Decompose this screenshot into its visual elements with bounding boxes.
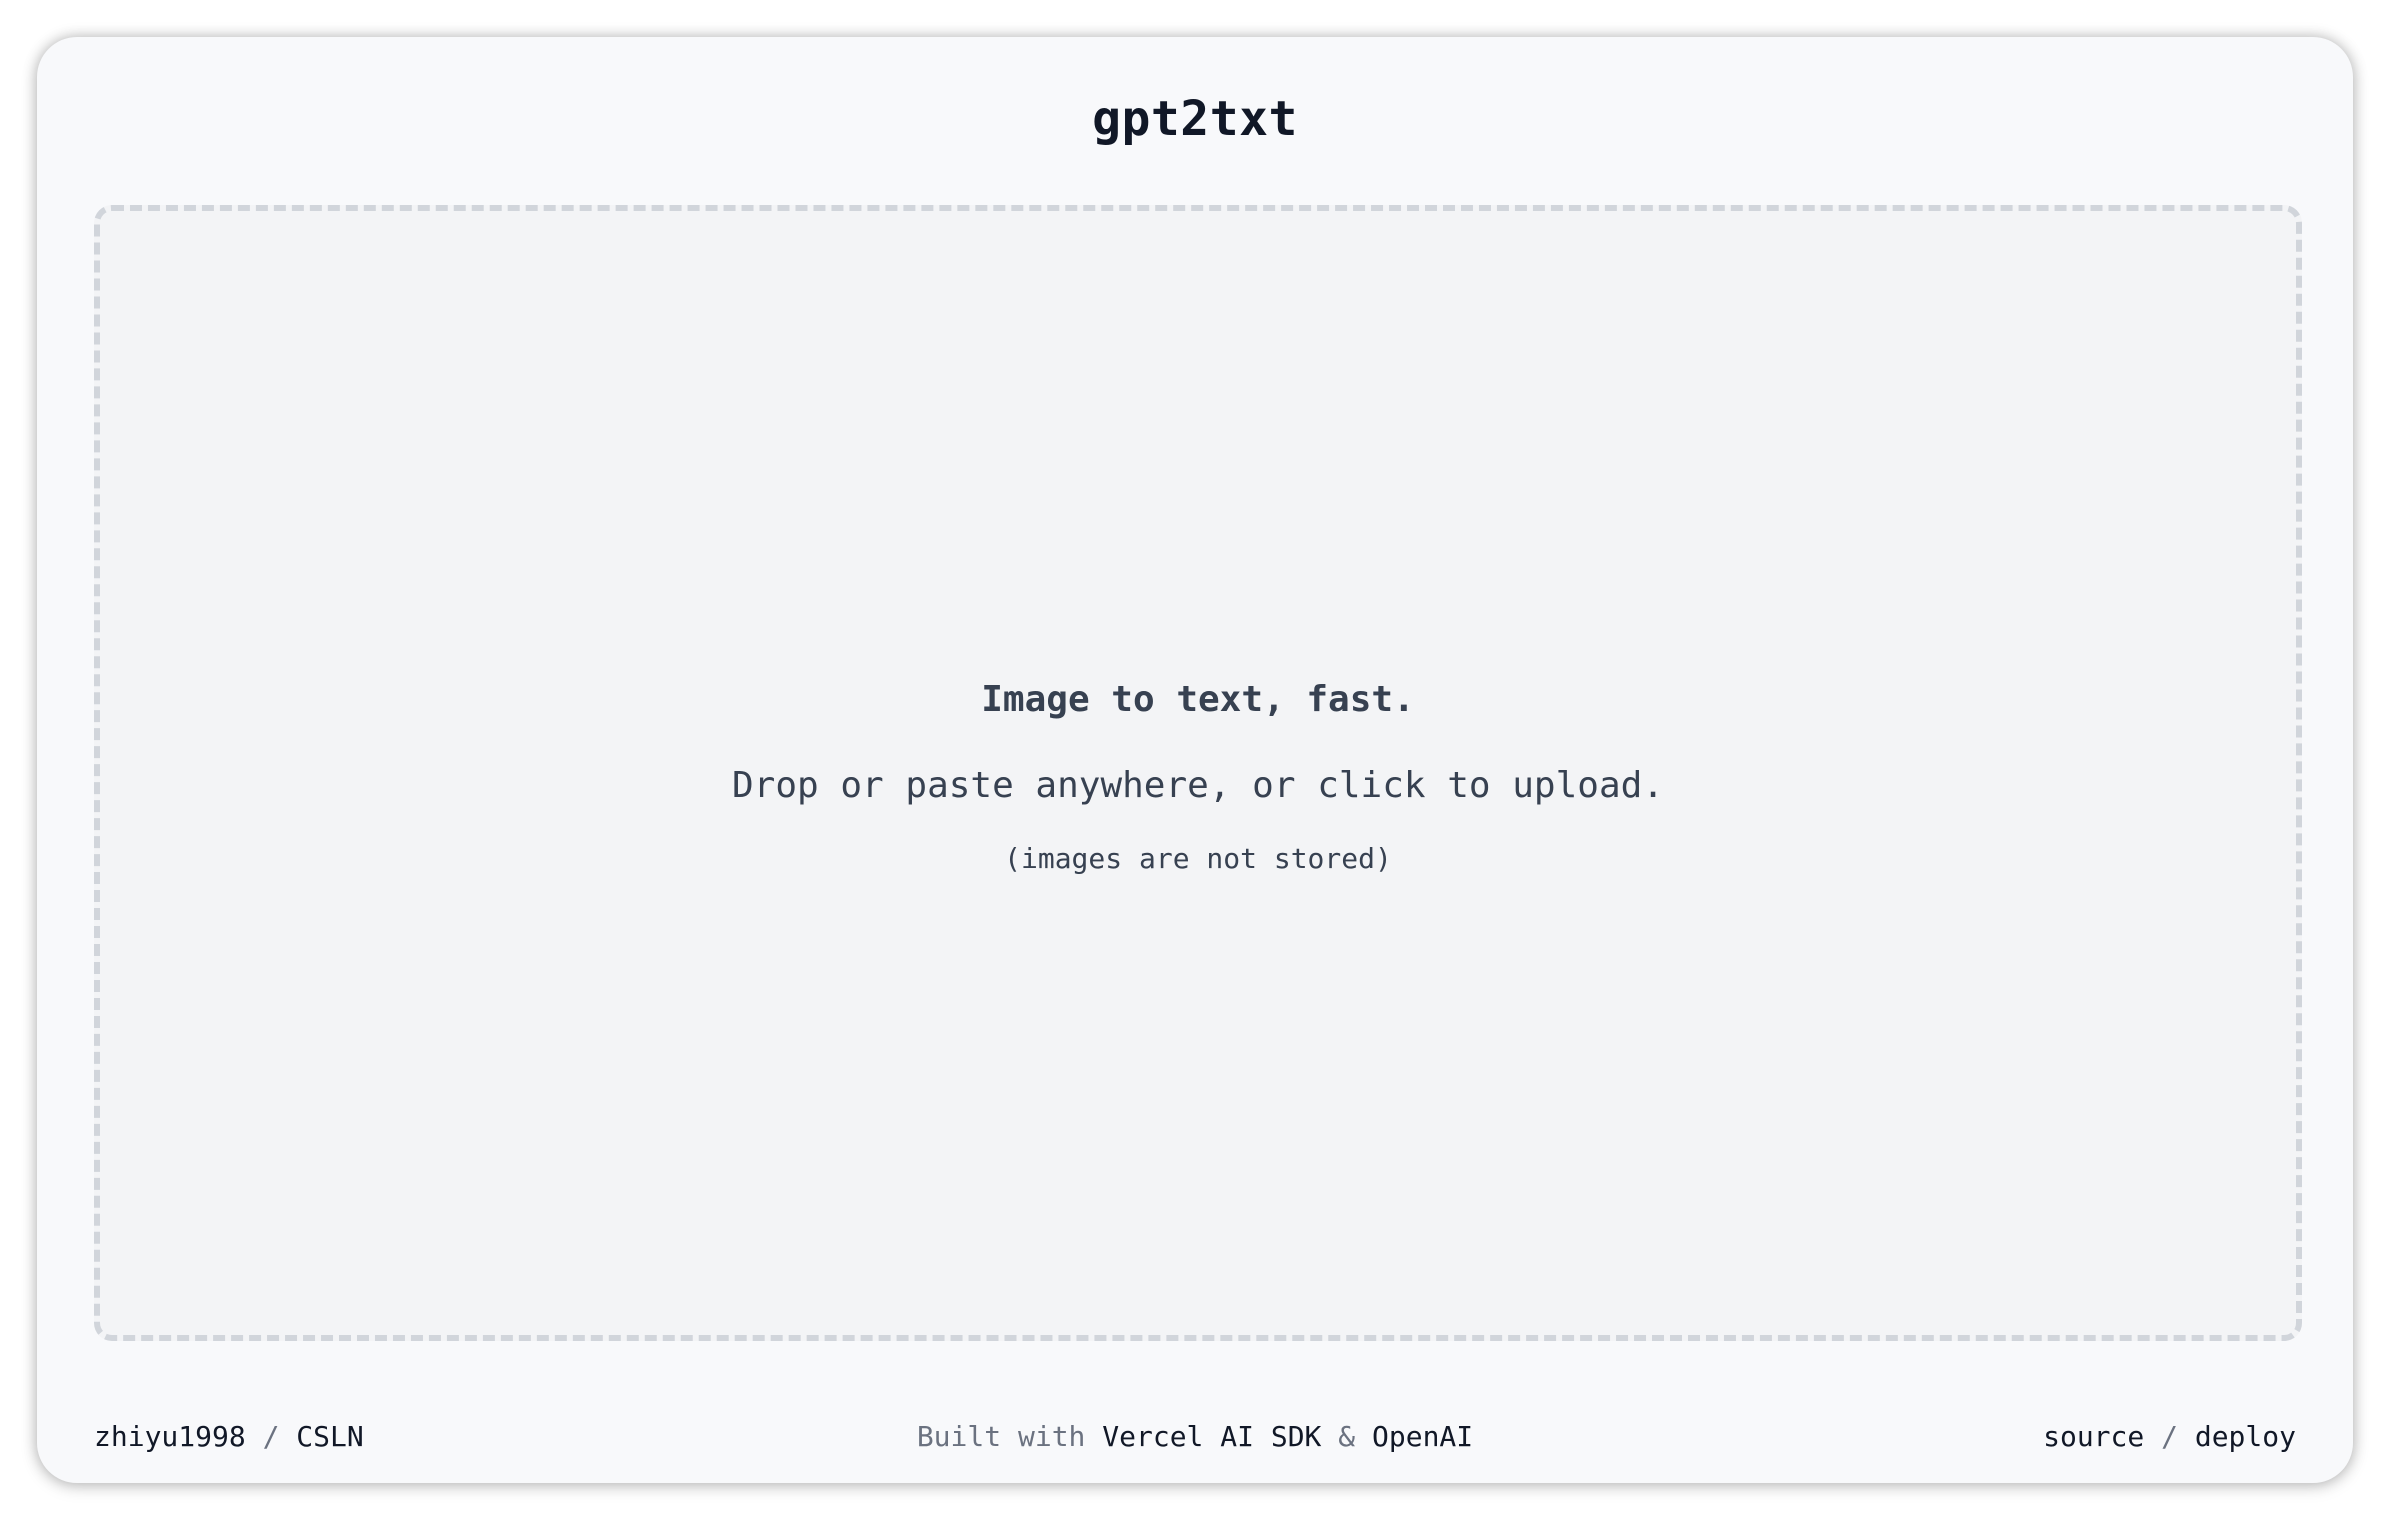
ampersand-separator: &	[1321, 1420, 1372, 1453]
footer-separator: /	[2144, 1420, 2195, 1453]
dropzone-privacy-note: (images are not stored)	[1004, 842, 1392, 875]
vercel-ai-sdk-link[interactable]: Vercel AI SDK	[1102, 1420, 1321, 1453]
footer-built-with: Built with Vercel AI SDK & OpenAI	[94, 1417, 2296, 1457]
footer: zhiyu1998 / CSLN Built with Vercel AI SD…	[94, 1417, 2296, 1457]
image-dropzone[interactable]: Image to text, fast. Drop or paste anywh…	[94, 205, 2302, 1341]
footer-links: source / deploy	[2043, 1417, 2296, 1457]
built-with-prefix: Built with	[916, 1420, 1103, 1453]
dropzone-headline: Image to text, fast.	[981, 679, 1415, 720]
dropzone-content: Image to text, fast. Drop or paste anywh…	[100, 676, 2296, 878]
page-title: gpt2txt	[1092, 91, 1298, 147]
deploy-link[interactable]: deploy	[2195, 1420, 2296, 1453]
openai-link[interactable]: OpenAI	[1372, 1420, 1473, 1453]
source-link[interactable]: source	[2043, 1420, 2144, 1453]
app-window: gpt2txt Image to text, fast. Drop or pas…	[37, 37, 2353, 1483]
dropzone-instructions: Drop or paste anywhere, or click to uplo…	[732, 765, 1664, 806]
